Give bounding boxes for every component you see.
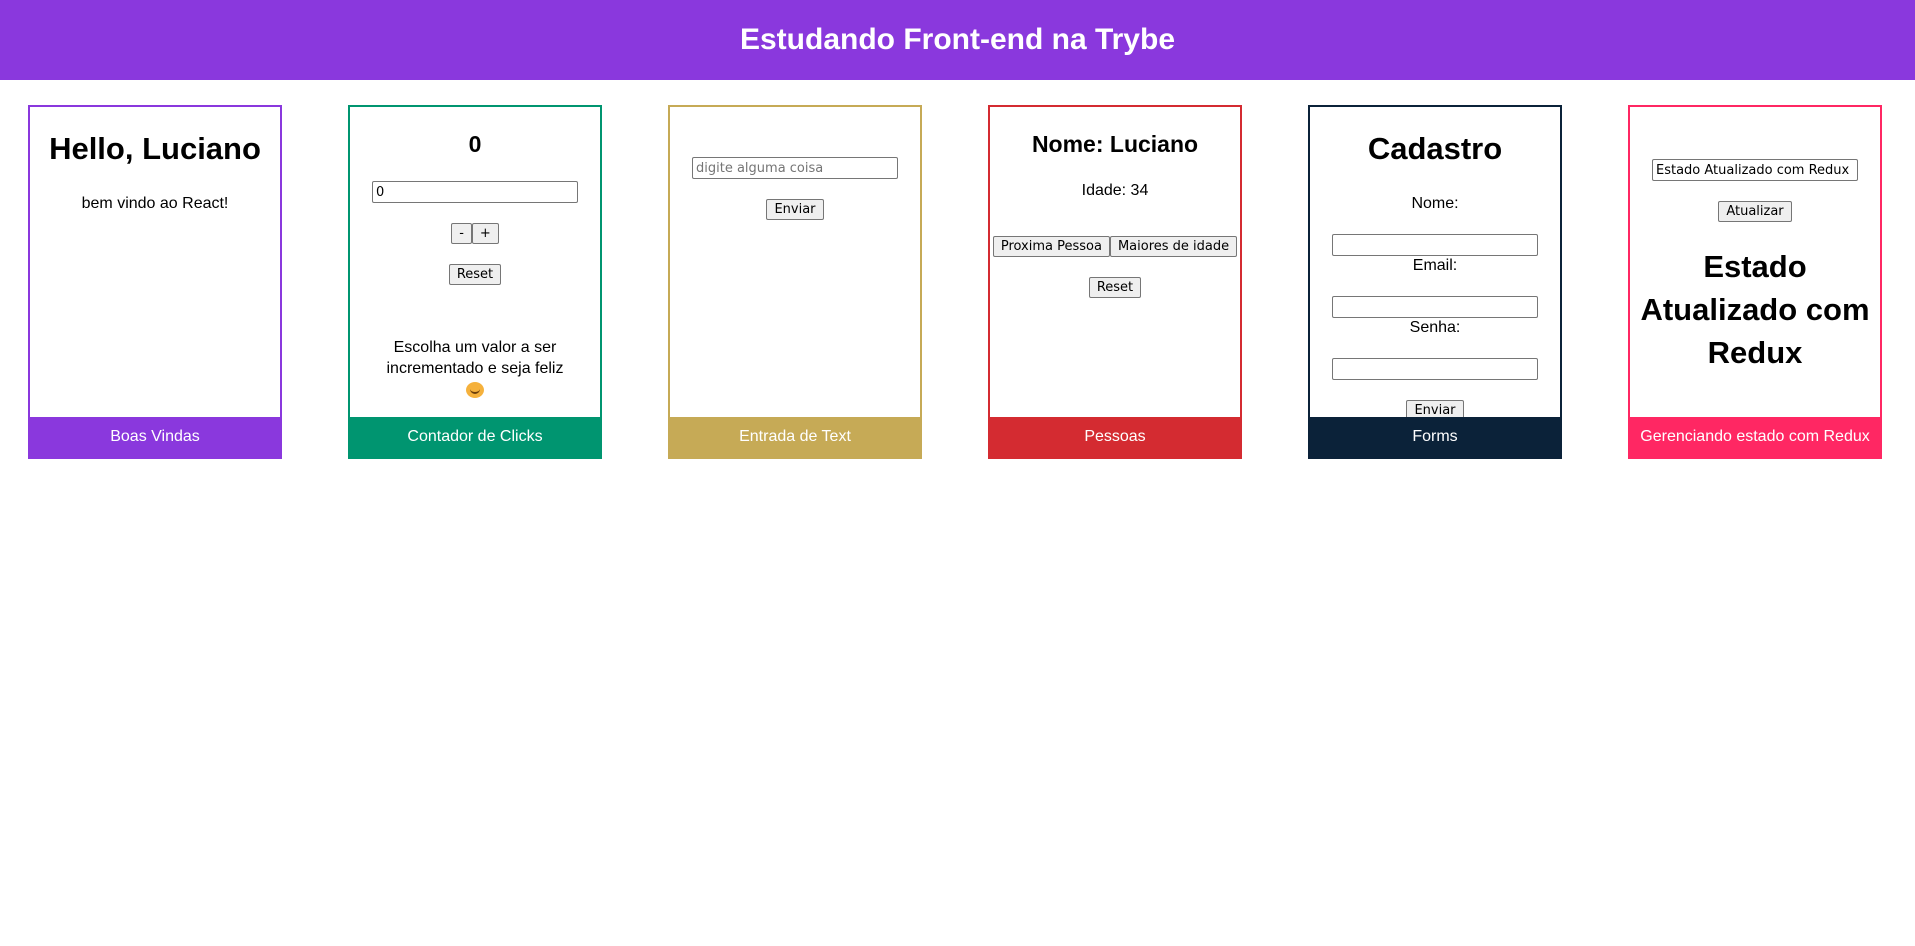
card-forms: Cadastro Nome: Email: Senha: Enviar Form… [1308, 105, 1562, 459]
card-footer-label: Forms [1310, 417, 1560, 457]
greeting-heading: Hello, Luciano [49, 131, 261, 166]
redux-state-text: Estado Atualizado com Redux [1640, 249, 1870, 370]
decrement-button[interactable]: - [451, 223, 472, 244]
card-pessoas: Nome: Luciano Idade: 34 Proxima Pessoa Ma… [988, 105, 1242, 459]
person-name: Nome: Luciano [1031, 131, 1199, 157]
person-age: Idade: 34 [1081, 182, 1149, 199]
email-label: Email: [1412, 257, 1458, 274]
redux-state-input[interactable] [1652, 159, 1858, 181]
card-body: Hello, Luciano bem vindo ao React! [30, 107, 280, 419]
card-body: 0 -+ Reset Escolha um valor a ser increm… [350, 107, 600, 419]
name-label: Nome: [1411, 195, 1459, 212]
card-body: Enviar [670, 107, 920, 419]
page-title: Estudando Front-end na Trybe [739, 23, 1175, 56]
increment-input[interactable] [372, 181, 578, 203]
send-button[interactable]: Enviar [766, 199, 824, 220]
increment-button[interactable]: + [471, 223, 499, 244]
hugging-face-icon [466, 381, 484, 398]
password-label: Senha: [1409, 319, 1461, 336]
reset-button[interactable]: Reset [448, 264, 502, 285]
form-heading: Cadastro [1367, 131, 1503, 166]
card-footer-label: Gerenciando estado com Redux [1630, 417, 1880, 457]
email-field[interactable] [1332, 296, 1538, 318]
card-boas-vindas: Hello, Luciano bem vindo ao React! Boas … [28, 105, 282, 459]
welcome-text: bem vindo ao React! [81, 195, 229, 212]
counter-value: 0 [468, 131, 482, 157]
card-footer-label: Pessoas [990, 417, 1240, 457]
card-body: Nome: Luciano Idade: 34 Proxima Pessoa Ma… [990, 107, 1240, 419]
reset-button[interactable]: Reset [1088, 277, 1142, 298]
card-footer-label: Boas Vindas [30, 417, 280, 457]
counter-message: Escolha um valor a ser incrementado e se… [386, 339, 564, 377]
card-entrada-de-text: Enviar Entrada de Text [668, 105, 922, 459]
password-field[interactable] [1332, 358, 1538, 380]
card-redux: Atualizar Estado Atualizado com Redux Ge… [1628, 105, 1882, 459]
card-footer-label: Entrada de Text [670, 417, 920, 457]
name-field[interactable] [1332, 234, 1538, 256]
next-person-button[interactable]: Proxima Pessoa [992, 236, 1110, 257]
card-body: Cadastro Nome: Email: Senha: Enviar [1310, 107, 1560, 419]
app-header: Estudando Front-end na Trybe [0, 0, 1915, 80]
update-button[interactable]: Atualizar [1718, 201, 1792, 222]
card-footer-label: Contador de Clicks [350, 417, 600, 457]
card-body: Atualizar Estado Atualizado com Redux [1630, 107, 1880, 419]
adults-filter-button[interactable]: Maiores de idade [1109, 236, 1238, 257]
card-contador-de-clicks: 0 -+ Reset Escolha um valor a ser increm… [348, 105, 602, 459]
text-input[interactable] [692, 157, 898, 179]
